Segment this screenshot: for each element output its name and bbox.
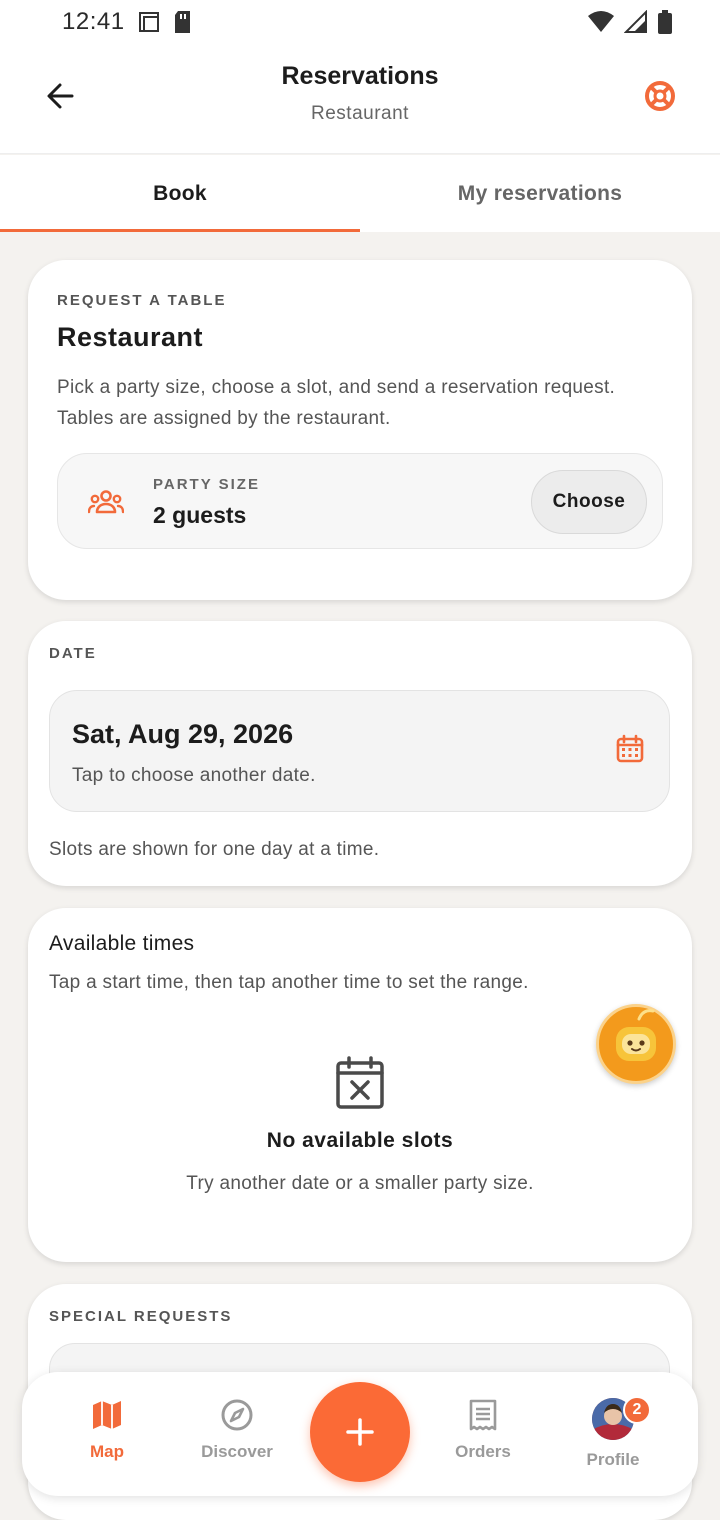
map-icon: [93, 1401, 121, 1429]
tab-my-reservations[interactable]: My reservations: [360, 155, 720, 232]
empty-state-title: No available slots: [266, 1129, 454, 1152]
nav-item-map[interactable]: Map: [47, 1398, 167, 1462]
available-times-title: Available times: [49, 932, 195, 955]
date-card: DATE Sat, Aug 29, 2026 Tap to choose ano…: [28, 621, 692, 886]
special-requests-eyebrow: SPECIAL REQUESTS: [49, 1308, 233, 1325]
selected-date: Sat, Aug 29, 2026: [72, 719, 294, 749]
assistant-bot-button[interactable]: [596, 1004, 676, 1084]
plus-icon: [346, 1418, 374, 1446]
wifi-icon: [588, 11, 614, 32]
status-time: 12:41: [62, 8, 125, 35]
nav-label-orders: Orders: [455, 1442, 511, 1461]
calendar-icon: [616, 734, 644, 763]
party-size-value: 2 guests: [153, 502, 247, 528]
back-button[interactable]: [40, 76, 80, 116]
battery-icon: [658, 10, 672, 34]
nav-item-profile[interactable]: 2 Profile: [553, 1396, 673, 1470]
restaurant-name: Restaurant: [57, 322, 204, 352]
request-table-card: REQUEST A TABLE Restaurant Pick a party …: [28, 260, 692, 600]
party-size-label: PARTY SIZE: [153, 476, 260, 493]
add-button[interactable]: [310, 1382, 410, 1482]
receipt-icon: [469, 1399, 497, 1431]
group-icon: [88, 490, 124, 514]
lifebuoy-icon: [645, 81, 675, 111]
party-size-row[interactable]: PARTY SIZE 2 guests Choose: [57, 453, 663, 549]
date-eyebrow: DATE: [49, 645, 97, 662]
choose-party-size-button[interactable]: Choose: [531, 470, 647, 534]
tab-book[interactable]: Book: [0, 155, 360, 232]
nav-item-orders[interactable]: Orders: [423, 1398, 543, 1462]
page-subtitle: Restaurant: [311, 103, 409, 124]
notification-badge: 2: [623, 1396, 651, 1424]
signal-icon: [624, 10, 647, 33]
page-title: Reservations: [281, 62, 439, 90]
nav-label-discover: Discover: [201, 1442, 273, 1461]
tab-bar: Book My reservations: [0, 155, 720, 232]
bottom-nav: Map Discover Orders 2 Profile: [22, 1372, 698, 1496]
request-description: Pick a party size, choose a slot, and se…: [57, 377, 616, 429]
calendar-x-icon: [336, 1056, 384, 1109]
header-titles: Reservations Restaurant: [160, 62, 560, 125]
empty-state-description: Try another date or a smaller party size…: [186, 1173, 534, 1194]
compass-icon: [221, 1399, 253, 1431]
screenshot-icon: [138, 12, 159, 32]
nav-item-discover[interactable]: Discover: [177, 1398, 297, 1462]
status-bar: 12:41: [0, 0, 720, 44]
request-eyebrow: REQUEST A TABLE: [57, 292, 227, 309]
date-picker[interactable]: Sat, Aug 29, 2026 Tap to choose another …: [49, 690, 670, 812]
available-times-description: Tap a start time, then tap another time …: [49, 972, 529, 993]
help-button[interactable]: [640, 76, 680, 116]
sd-card-icon: [174, 11, 190, 33]
arrow-left-icon: [47, 83, 74, 109]
robot-icon: [616, 1009, 656, 1061]
app-header: Reservations Restaurant: [0, 44, 720, 154]
nav-label-profile: Profile: [586, 1450, 640, 1469]
date-note: Slots are shown for one day at a time.: [49, 839, 380, 860]
available-times-card: Available times Tap a start time, then t…: [28, 908, 692, 1262]
date-hint: Tap to choose another date.: [72, 765, 316, 786]
nav-label-map: Map: [90, 1442, 124, 1461]
